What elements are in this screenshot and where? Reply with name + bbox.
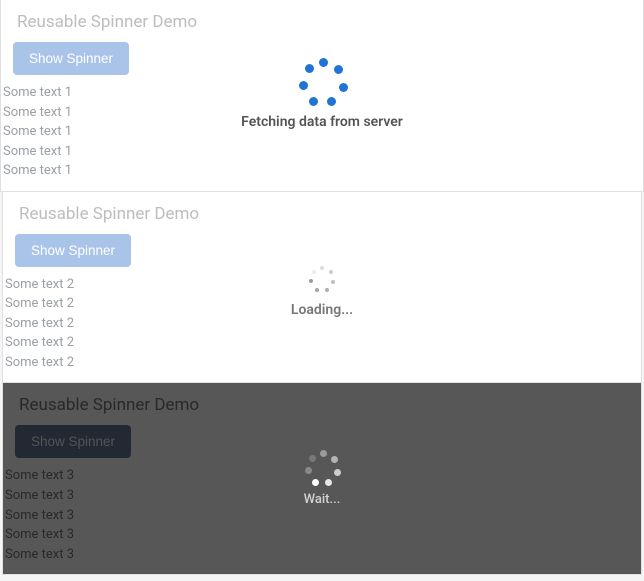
spinner-message: Wait... [304, 492, 341, 507]
spinner-icon [309, 266, 335, 292]
spinner-demo-panel-3: Reusable Spinner Demo Show Spinner Some … [2, 383, 642, 575]
spinner-overlay-light: Fetching data from server [1, 0, 643, 191]
spinner-overlay-dark: Wait... [3, 383, 641, 574]
spinner-demo-panel-2: Reusable Spinner Demo Show Spinner Some … [2, 192, 642, 384]
spinner-message: Fetching data from server [241, 114, 403, 130]
spinner-demo-panel-1: Reusable Spinner Demo Show Spinner Some … [0, 0, 644, 192]
spinner-overlay-light: Loading... [3, 192, 641, 383]
spinner-message: Loading... [291, 302, 353, 318]
spinner-icon [299, 58, 345, 104]
spinner-icon [305, 450, 339, 484]
